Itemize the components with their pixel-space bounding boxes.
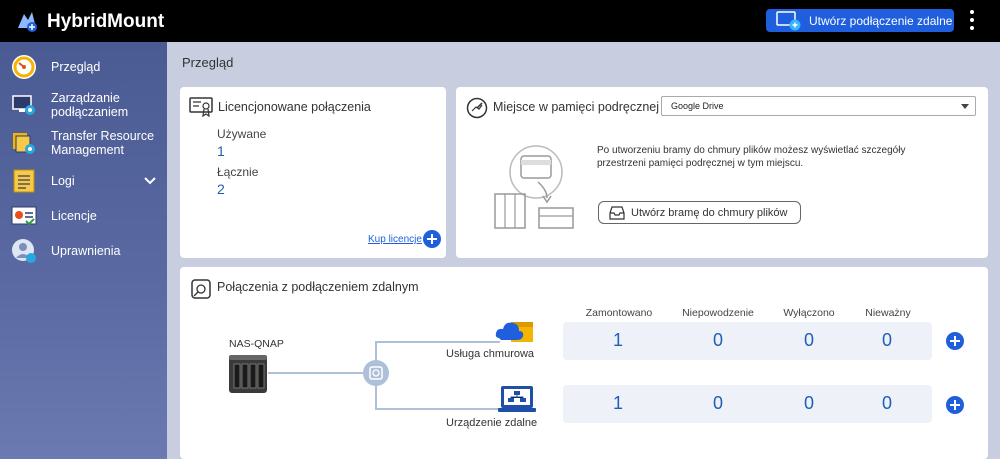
create-gateway-label: Utwórz bramę do chmury plików [631, 206, 788, 219]
top-bar: HybridMount Utwórz podłączenie zdalne [0, 0, 1000, 42]
more-options-icon[interactable] [968, 10, 976, 30]
inbox-icon [609, 205, 625, 220]
failed-count[interactable]: 0 [698, 330, 738, 351]
sidebar-item-label: Logi [51, 174, 75, 188]
sidebar-item-label: Uprawnienia [51, 244, 121, 258]
connection-line [375, 408, 500, 410]
page-title: Przegląd [182, 55, 234, 70]
licensed-connections-title: Licencjonowane połączenia [218, 100, 371, 114]
cloud-service-icon [495, 322, 533, 342]
used-value: 1 [217, 143, 225, 159]
sidebar: Przegląd Zarządzanie podłączaniem Transf… [0, 42, 167, 459]
monitor-gear-icon [12, 95, 35, 115]
remote-device-label: Urządzenie zdalne [446, 417, 538, 429]
app-title: HybridMount [47, 11, 165, 32]
sidebar-item-label: Zarządzanie podłączaniem [51, 91, 129, 119]
sidebar-item-label: Licencje [51, 209, 97, 223]
create-remote-connection-label: Utwórz podłączenie zdalne [809, 13, 953, 28]
transfer-gear-icon [13, 133, 35, 154]
sidebar-item-logs[interactable]: Logi [0, 168, 167, 194]
chevron-down-icon[interactable] [144, 177, 156, 185]
license-icon [11, 206, 37, 226]
sidebar-item-licenses[interactable]: Licencje [0, 203, 167, 229]
disabled-count[interactable]: 0 [789, 393, 829, 414]
column-header-invalid: Nieważny [865, 307, 911, 319]
table-row: 1 0 0 0 [563, 385, 932, 423]
remote-connections-title: Połączenia z podłączeniem zdalnym [217, 280, 419, 294]
remote-link-icon [191, 279, 211, 299]
remote-device-icon [498, 386, 536, 412]
certificate-icon [189, 97, 213, 117]
used-label: Używane [217, 127, 267, 141]
log-icon [13, 169, 35, 193]
table-row: 1 0 0 0 [563, 322, 932, 360]
cache-gauge-icon [466, 97, 488, 119]
column-header-mounted: Zamontowano [585, 307, 653, 319]
hybridmount-logo-icon [18, 12, 37, 32]
sidebar-item-label: Przegląd [51, 60, 101, 74]
connection-line [375, 341, 500, 343]
total-label: Łącznie [217, 165, 259, 179]
cache-illustration-icon [494, 145, 574, 229]
sidebar-item-mount-management[interactable]: Zarządzanie podłączaniem [0, 90, 167, 120]
user-lock-icon [12, 239, 36, 263]
failed-count[interactable]: 0 [698, 393, 738, 414]
remote-connections-card: Połączenia z podłączeniem zdalnym [180, 267, 988, 459]
total-value: 2 [217, 181, 225, 197]
create-remote-connection-button[interactable]: Utwórz podłączenie zdalne [766, 9, 954, 32]
add-cloud-service-icon[interactable] [946, 332, 964, 350]
sidebar-item-overview[interactable]: Przegląd [0, 54, 167, 80]
licensed-connections-card: Licencjonowane połączenia Używane 1 Łącz… [180, 87, 446, 258]
nas-label: NAS-QNAP [229, 338, 284, 350]
buy-licenses-link[interactable]: Kup licencje [368, 234, 422, 245]
invalid-count[interactable]: 0 [867, 330, 907, 351]
mounted-count[interactable]: 1 [598, 393, 638, 414]
column-header-failed: Niepowodzenie [682, 307, 754, 319]
sidebar-item-permissions[interactable]: Uprawnienia [0, 238, 167, 264]
sidebar-item-label: Transfer Resource Management [51, 129, 155, 157]
hub-link-icon [363, 360, 389, 386]
cache-source-select[interactable]: Google Drive [661, 96, 976, 116]
sidebar-item-transfer-resource[interactable]: Transfer Resource Management [0, 128, 167, 158]
cloud-service-label: Usługa chmurowa [446, 348, 535, 360]
cache-space-title: Miejsce w pamięci podręcznej [493, 100, 660, 114]
nas-device-icon [229, 355, 267, 393]
create-gateway-button[interactable]: Utwórz bramę do chmury plików [598, 201, 801, 224]
disabled-count[interactable]: 0 [789, 330, 829, 351]
cache-source-selected: Google Drive [671, 101, 724, 111]
invalid-count[interactable]: 0 [867, 393, 907, 414]
gauge-icon [12, 55, 36, 79]
remote-connection-icon [776, 10, 801, 30]
mounted-count[interactable]: 1 [598, 330, 638, 351]
dropdown-arrow-icon [961, 104, 969, 109]
add-remote-device-icon[interactable] [946, 396, 964, 414]
connection-line [268, 372, 363, 374]
cache-description: Po utworzeniu bramy do chmury plików moż… [597, 145, 906, 169]
add-license-icon[interactable] [423, 230, 441, 248]
